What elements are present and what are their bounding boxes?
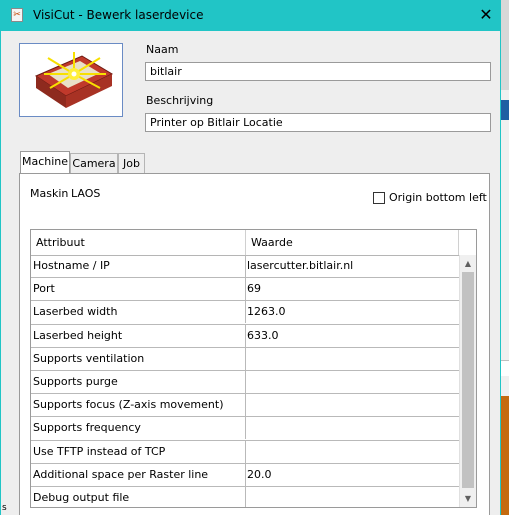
table-row[interactable]: Port 69 (31, 278, 459, 302)
table-body: Hostname / IP lasercutter.bitlair.nl Port 6… (31, 255, 459, 507)
attribute-cell: Port (32, 278, 246, 301)
table-row[interactable]: Laserbed height 633.0 (31, 324, 459, 348)
table-row[interactable]: Debug output file (31, 486, 459, 507)
corner-text: s (2, 503, 7, 513)
tab-camera[interactable]: Camera (70, 153, 118, 173)
description-field[interactable]: Printer op Bitlair Locatie (145, 113, 491, 132)
window-title: VisiCut - Bewerk laserdevice (33, 8, 204, 22)
value-cell[interactable] (246, 417, 459, 439)
table-row[interactable]: Supports focus (Z-axis movement) (31, 394, 459, 418)
value-cell[interactable]: 633.0 (246, 325, 459, 347)
maskin-value: LAOS (71, 187, 101, 200)
device-thumbnail-button[interactable] (19, 43, 123, 117)
value-cell[interactable]: 1263.0 (246, 301, 459, 323)
column-header-attribute[interactable]: Attribuut (31, 230, 246, 255)
tab-job[interactable]: Job (118, 153, 145, 173)
attribute-cell: Supports ventilation (32, 347, 246, 370)
origin-bottom-left-checkbox[interactable] (373, 192, 385, 204)
table-row[interactable]: Additional space per Raster line 20.0 (31, 463, 459, 487)
scroll-down-icon[interactable]: ▼ (460, 490, 476, 507)
properties-table: Attribuut Waarde Hostname / IP lasercutte… (30, 229, 477, 508)
laser-cutter-icon (34, 52, 114, 108)
value-cell[interactable] (246, 394, 459, 416)
attribute-cell: Use TFTP instead of TCP (32, 440, 246, 463)
value-cell[interactable] (246, 441, 459, 463)
attribute-cell: Additional space per Raster line (32, 463, 246, 486)
table-scrollbar[interactable]: ▲ ▼ (459, 255, 476, 507)
column-header-value[interactable]: Waarde (246, 230, 459, 255)
scroll-up-icon[interactable]: ▲ (460, 255, 476, 272)
table-row[interactable]: Laserbed width 1263.0 (31, 301, 459, 325)
attribute-cell: Supports purge (32, 370, 246, 393)
attribute-cell: Laserbed height (32, 324, 246, 347)
table-row[interactable]: Use TFTP instead of TCP (31, 440, 459, 464)
background-window-strip (500, 0, 509, 515)
attribute-cell: Laserbed width (32, 301, 246, 324)
value-cell[interactable]: lasercutter.bitlair.nl (246, 255, 459, 277)
name-label: Naam (146, 43, 179, 56)
table-header: Attribuut Waarde (31, 230, 459, 256)
table-row[interactable]: Supports purge (31, 370, 459, 395)
attribute-cell: Debug output file (32, 486, 246, 507)
name-field[interactable]: bitlair (145, 62, 491, 81)
table-row[interactable]: Supports frequency (31, 417, 459, 441)
table-row[interactable]: Hostname / IP lasercutter.bitlair.nl (31, 255, 459, 279)
attribute-cell: Supports frequency (32, 417, 246, 440)
attribute-cell: Hostname / IP (32, 255, 246, 277)
attribute-cell: Supports focus (Z-axis movement) (32, 394, 246, 417)
table-row[interactable]: Supports ventilation (31, 347, 459, 371)
scroll-thumb[interactable] (462, 272, 474, 488)
description-label: Beschrijving (146, 94, 214, 107)
close-button[interactable]: ✕ (474, 3, 498, 27)
tab-machine[interactable]: Machine (20, 151, 70, 174)
maskin-label: Maskin (30, 187, 69, 200)
value-cell[interactable] (246, 348, 459, 370)
value-cell[interactable] (246, 487, 459, 507)
origin-bottom-left-label: Origin bottom left (389, 191, 487, 204)
title-bar[interactable]: ✂ VisiCut - Bewerk laserdevice ✕ (0, 0, 500, 31)
visicut-app-icon: ✂ (11, 8, 23, 22)
value-cell[interactable]: 69 (246, 278, 459, 300)
value-cell[interactable] (246, 371, 459, 393)
value-cell[interactable]: 20.0 (246, 464, 459, 486)
